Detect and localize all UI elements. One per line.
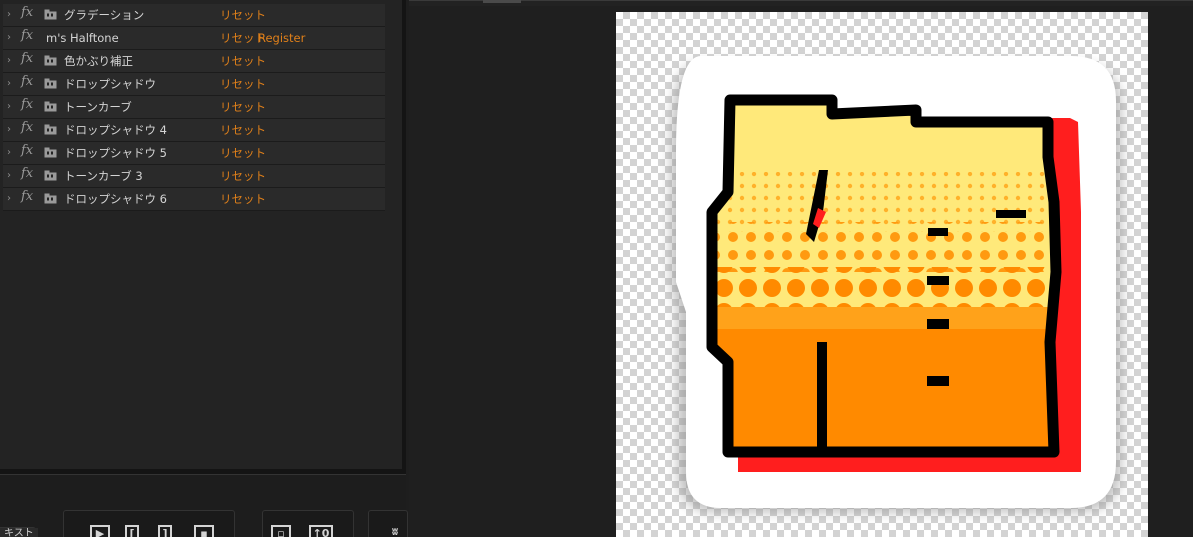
zoom-reset-button[interactable]: ↑0: [309, 525, 333, 537]
glyph-dash-4: [927, 376, 949, 386]
reset-link[interactable]: リセット: [220, 8, 266, 22]
reset-link[interactable]: リセット: [220, 123, 266, 137]
glyph-dash-2: [927, 276, 949, 285]
glyph-dash-3: [927, 319, 949, 329]
fx-toggle-icon[interactable]: fx: [21, 52, 33, 66]
fx-toggle-icon[interactable]: fx: [21, 98, 33, 112]
glyph-stroke-vertical: [817, 342, 827, 450]
play-preview-button[interactable]: ▶: [90, 525, 110, 537]
fx-toggle-icon[interactable]: fx: [21, 144, 33, 158]
glyph-dash-5: [996, 210, 1026, 218]
expand-chevron-icon[interactable]: ›: [7, 192, 11, 206]
folder-icon: [44, 124, 57, 135]
effect-row[interactable]: › fx トーンカーブ リセット: [3, 96, 385, 119]
effect-row[interactable]: › fx m's Halftone リセット Register: [3, 27, 385, 50]
expand-chevron-icon[interactable]: ›: [7, 146, 11, 160]
effect-row[interactable]: › fx ドロップシャドウ リセット: [3, 73, 385, 96]
set-out-point-button[interactable]: ]: [158, 525, 172, 537]
preview-tab-bar: [409, 0, 1193, 6]
fx-toggle-icon[interactable]: fx: [21, 167, 33, 181]
preview-tab[interactable]: [483, 0, 521, 3]
sticker-artwork: [671, 56, 1121, 512]
fx-toggle-icon[interactable]: fx: [21, 121, 33, 135]
expand-chevron-icon[interactable]: ›: [7, 123, 11, 137]
effect-name: ドロップシャドウ 6: [64, 192, 167, 206]
text-tool-label[interactable]: キスト: [0, 528, 38, 537]
fx-toggle-icon[interactable]: fx: [21, 29, 33, 43]
reset-link[interactable]: リセット: [220, 169, 266, 183]
folder-icon: [44, 55, 57, 66]
folder-icon: [44, 170, 57, 181]
extra-tool-button[interactable]: ʬ: [388, 525, 402, 537]
fx-toggle-icon[interactable]: fx: [21, 6, 33, 20]
effect-row[interactable]: › fx ドロップシャドウ 4 リセット: [3, 119, 385, 142]
effect-row[interactable]: › fx トーンカーブ 3 リセット: [3, 165, 385, 188]
effect-row[interactable]: › fx ドロップシャドウ 5 リセット: [3, 142, 385, 165]
effect-controls-panel: › fx グラデーション リセット › fx m's Halftone リセット Registe…: [0, 0, 408, 537]
expand-chevron-icon[interactable]: ›: [7, 8, 11, 22]
effect-row[interactable]: › fx 色かぶり補正 リセット: [3, 50, 385, 73]
expand-chevron-icon[interactable]: ›: [7, 54, 11, 68]
expand-chevron-icon[interactable]: ›: [7, 31, 11, 45]
reset-link[interactable]: リセット: [220, 146, 266, 160]
expand-chevron-icon[interactable]: ›: [7, 100, 11, 114]
expand-chevron-icon[interactable]: ›: [7, 169, 11, 183]
reset-link[interactable]: リセット: [220, 77, 266, 91]
effect-list: › fx グラデーション リセット › fx m's Halftone リセット Registe…: [3, 4, 385, 211]
effect-name: トーンカーブ: [64, 100, 132, 114]
effect-row[interactable]: › fx ドロップシャドウ 6 リセット: [3, 188, 385, 211]
effect-name: ドロップシャドウ 5: [64, 146, 167, 160]
effect-name: ドロップシャドウ: [64, 77, 156, 91]
effect-name: トーンカーブ 3: [64, 169, 143, 183]
folder-icon: [44, 101, 57, 112]
effect-row[interactable]: › fx グラデーション リセット: [3, 4, 385, 27]
effect-name: 色かぶり補正: [64, 54, 133, 68]
glyph-dash-1: [928, 228, 948, 236]
effect-name: m's Halftone: [46, 31, 119, 45]
reset-link[interactable]: リセット: [220, 192, 266, 206]
folder-icon: [44, 193, 57, 204]
preview-area: [409, 0, 1193, 537]
fit-view-button[interactable]: ▫: [271, 525, 291, 537]
reset-link[interactable]: リセット: [220, 54, 266, 68]
register-link[interactable]: Register: [258, 31, 305, 45]
panel-divider[interactable]: [402, 0, 406, 470]
set-in-point-button[interactable]: [: [125, 525, 139, 537]
fx-toggle-icon[interactable]: fx: [21, 190, 33, 204]
folder-icon: [44, 147, 57, 158]
fx-toggle-icon[interactable]: fx: [21, 75, 33, 89]
reset-link[interactable]: リセット: [220, 100, 266, 114]
preview-canvas[interactable]: [616, 12, 1148, 537]
folder-icon: [44, 9, 57, 20]
expand-chevron-icon[interactable]: ›: [7, 77, 11, 91]
transport-toolbar: ▶ [ ] ▪ ▫ ↑0 ʬ: [0, 474, 408, 537]
folder-icon: [44, 78, 57, 89]
effect-name: ドロップシャドウ 4: [64, 123, 167, 137]
effect-name: グラデーション: [64, 8, 145, 22]
save-frame-button[interactable]: ▪: [194, 525, 214, 537]
